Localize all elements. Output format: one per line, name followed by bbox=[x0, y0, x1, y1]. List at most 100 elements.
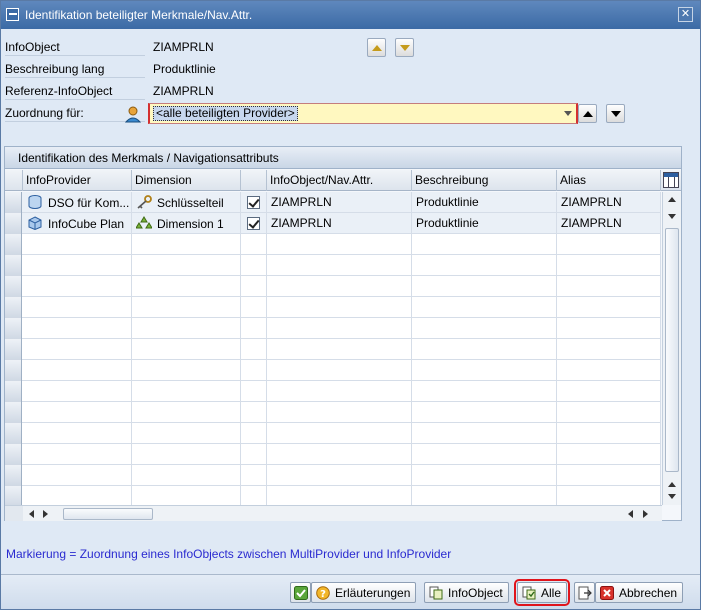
row-selector[interactable] bbox=[5, 444, 22, 465]
horizontal-scroll-thumb[interactable] bbox=[63, 508, 153, 520]
empty-table-row[interactable] bbox=[5, 465, 661, 486]
empty-cell bbox=[132, 255, 241, 276]
arrow-up-icon bbox=[583, 111, 593, 117]
empty-cell bbox=[241, 423, 267, 444]
table-settings-icon[interactable] bbox=[663, 172, 679, 188]
row-selector[interactable] bbox=[5, 255, 22, 276]
empty-table-row[interactable] bbox=[5, 381, 661, 402]
column-header-mark[interactable] bbox=[241, 170, 267, 191]
vertical-scrollbar[interactable] bbox=[662, 192, 681, 505]
column-header-beschreibung[interactable]: Beschreibung bbox=[412, 170, 557, 191]
cell-alias: ZIAMPRLN bbox=[557, 192, 661, 213]
empty-table-row[interactable] bbox=[5, 402, 661, 423]
empty-table-row[interactable] bbox=[5, 444, 661, 465]
empty-cell bbox=[23, 255, 132, 276]
row-selector[interactable] bbox=[5, 486, 22, 505]
provider-name: DSO für Kom... bbox=[48, 196, 130, 210]
cell-infoprovider: DSO für Kom... bbox=[23, 192, 132, 213]
row-selector[interactable] bbox=[5, 213, 22, 234]
scroll-right-icon[interactable] bbox=[43, 510, 48, 518]
infoobject-button[interactable]: InfoObject bbox=[424, 582, 509, 603]
abbrechen-button[interactable]: Abbrechen bbox=[595, 582, 684, 603]
vertical-scroll-thumb[interactable] bbox=[665, 228, 679, 472]
empty-cell bbox=[241, 297, 267, 318]
scroll-corner bbox=[5, 505, 23, 521]
empty-table-row[interactable] bbox=[5, 276, 661, 297]
empty-cell bbox=[267, 381, 412, 402]
person-icon bbox=[124, 106, 142, 123]
next-button[interactable] bbox=[395, 38, 414, 57]
empty-cell bbox=[557, 297, 661, 318]
column-header-infoprovider[interactable]: InfoProvider bbox=[23, 170, 132, 191]
cell-infoobject: ZIAMPRLN bbox=[267, 213, 412, 234]
scroll-down-arrow-icon[interactable] bbox=[668, 214, 676, 219]
mark-checkbox[interactable] bbox=[247, 196, 260, 209]
column-header-alias[interactable]: Alias bbox=[557, 170, 661, 191]
window-menu-icon[interactable] bbox=[6, 8, 19, 21]
empty-table-row[interactable] bbox=[5, 318, 661, 339]
erlaeuterungen-button[interactable]: ? Erläuterungen bbox=[311, 582, 417, 603]
row-selector[interactable] bbox=[5, 423, 22, 444]
hint-text: Markierung = Zuordnung eines InfoObjects… bbox=[6, 547, 452, 561]
empty-table-row[interactable] bbox=[5, 486, 661, 505]
row-selector[interactable] bbox=[5, 192, 22, 213]
button-label: Alle bbox=[541, 586, 562, 600]
dropdown-value: <alle beteiligten Provider> bbox=[153, 106, 298, 121]
details-button[interactable] bbox=[574, 582, 595, 603]
column-header-dimension[interactable]: Dimension bbox=[132, 170, 241, 191]
scroll-left-icon[interactable] bbox=[29, 510, 34, 518]
row-selector[interactable] bbox=[5, 276, 22, 297]
select-all-cell[interactable] bbox=[5, 170, 23, 191]
close-button[interactable]: ✕ bbox=[678, 7, 693, 22]
empty-table-row[interactable] bbox=[5, 423, 661, 444]
empty-table-row[interactable] bbox=[5, 360, 661, 381]
zuordnung-dropdown[interactable]: <alle beteiligten Provider> bbox=[148, 103, 578, 124]
title-bar: Identifikation beteiligter Merkmale/Nav.… bbox=[1, 1, 700, 29]
scroll-page-left-icon[interactable] bbox=[628, 510, 633, 518]
empty-cell bbox=[412, 234, 557, 255]
previous-button[interactable] bbox=[367, 38, 386, 57]
empty-cell bbox=[267, 423, 412, 444]
scroll-end-icon[interactable] bbox=[668, 494, 676, 499]
empty-cell bbox=[412, 297, 557, 318]
empty-cell bbox=[267, 486, 412, 505]
scroll-page-right-icon[interactable] bbox=[643, 510, 648, 518]
empty-cell bbox=[412, 465, 557, 486]
table-row[interactable]: DSO für Kom... Schlüsselteil ZIAMPRLN Pr… bbox=[5, 192, 661, 213]
table-row[interactable]: InfoCube Plan Dimension 1 ZIAMPRLN Produ… bbox=[5, 213, 661, 234]
empty-cell bbox=[132, 339, 241, 360]
row-selector[interactable] bbox=[5, 465, 22, 486]
horizontal-scrollbar[interactable] bbox=[23, 505, 662, 521]
row-selector[interactable] bbox=[5, 339, 22, 360]
empty-cell bbox=[241, 255, 267, 276]
empty-cell bbox=[132, 276, 241, 297]
row-selector[interactable] bbox=[5, 381, 22, 402]
empty-table-row[interactable] bbox=[5, 339, 661, 360]
row-selector[interactable] bbox=[5, 318, 22, 339]
row-selector[interactable] bbox=[5, 234, 22, 255]
alle-button[interactable]: Alle bbox=[513, 579, 571, 606]
empty-table-row[interactable] bbox=[5, 297, 661, 318]
scroll-down-button[interactable] bbox=[606, 104, 625, 123]
row-selector[interactable] bbox=[5, 360, 22, 381]
row-selector[interactable] bbox=[5, 297, 22, 318]
column-header-infoobject[interactable]: InfoObject/Nav.Attr. bbox=[267, 170, 412, 191]
provider-name: InfoCube Plan bbox=[48, 217, 125, 231]
mark-checkbox[interactable] bbox=[247, 217, 260, 230]
field-value: ZIAMPRLN bbox=[153, 84, 214, 98]
empty-cell bbox=[132, 381, 241, 402]
empty-cell bbox=[412, 381, 557, 402]
cell-mark bbox=[241, 192, 267, 213]
empty-cell bbox=[412, 444, 557, 465]
field-label: InfoObject bbox=[5, 38, 145, 56]
cancel-icon bbox=[600, 586, 614, 600]
empty-table-row[interactable] bbox=[5, 255, 661, 276]
empty-cell bbox=[557, 423, 661, 444]
scroll-page-up-icon[interactable] bbox=[668, 482, 676, 487]
empty-cell bbox=[557, 486, 661, 505]
confirm-button[interactable] bbox=[290, 582, 311, 603]
scroll-up-arrow-icon[interactable] bbox=[668, 197, 676, 202]
row-selector[interactable] bbox=[5, 402, 22, 423]
empty-table-row[interactable] bbox=[5, 234, 661, 255]
scroll-up-button[interactable] bbox=[578, 104, 597, 123]
